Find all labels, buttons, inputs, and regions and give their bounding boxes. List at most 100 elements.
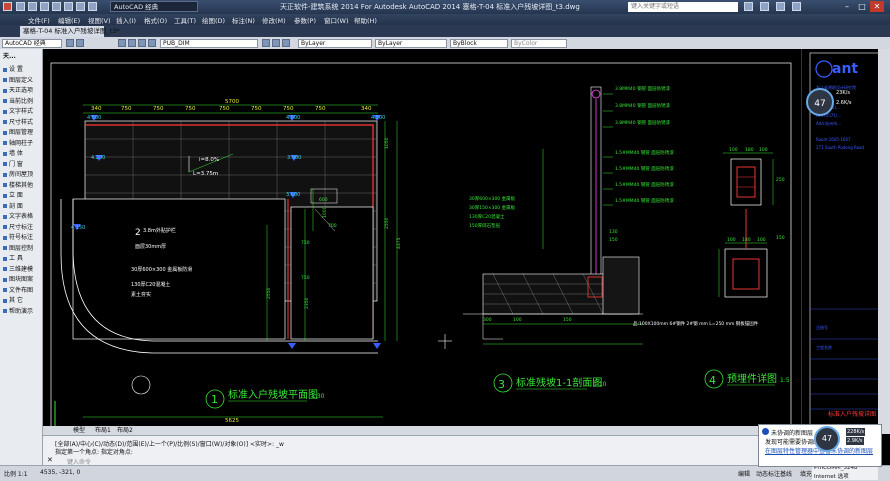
scale-readout[interactable]: 比例 1:1 — [4, 469, 28, 478]
redo-icon[interactable] — [88, 2, 97, 11]
elev-1: 4.500 — [286, 115, 300, 121]
tab-model[interactable]: 模型 — [73, 426, 85, 435]
palette-item-icon — [3, 162, 7, 166]
palette-item[interactable]: 立 面 — [3, 190, 23, 199]
plan-note-2: 面层30mm厚 — [135, 244, 166, 250]
menu-format[interactable]: 格式(O) — [144, 15, 167, 25]
linetype-combo[interactable]: ByLayer — [375, 39, 447, 48]
menu-draw[interactable]: 绘图(D) — [202, 15, 225, 25]
sec-note-6: 1.5#MM40 钢管 面层防锈漆 — [615, 197, 674, 204]
palette-item[interactable]: 剖 面 — [3, 201, 23, 210]
palette-item[interactable]: 其 它 — [3, 295, 23, 304]
palette-item[interactable]: 门 窗 — [3, 159, 23, 168]
binoculars-icon[interactable] — [744, 2, 753, 11]
tab-layout2[interactable]: 布局2 — [117, 426, 133, 435]
lineweight-combo[interactable]: ByBlock — [450, 39, 508, 48]
menu-bar: 文件(F) 编辑(E) 视图(V) 插入(I) 格式(O) 工具(T) 绘图(D… — [0, 14, 890, 25]
menu-edit[interactable]: 编辑(E) — [58, 15, 80, 25]
minimize-button[interactable]: – — [840, 1, 854, 12]
help-search-input[interactable]: 键入关键字或短语 — [628, 2, 738, 12]
palette-item[interactable]: 当前比例 — [3, 96, 33, 105]
sec-note-3: 1.5#MM40 钢管 面层防锈漆 — [615, 149, 674, 156]
status-toggle-edit[interactable]: 编辑 — [738, 469, 750, 478]
palette-item[interactable]: 工 具 — [3, 253, 23, 262]
close-button[interactable]: ✕ — [870, 1, 884, 12]
palette-item[interactable]: 图层管理 — [3, 127, 33, 136]
palette-item[interactable]: 尺寸样式 — [3, 117, 33, 126]
palette-item[interactable]: 图层控制 — [3, 243, 33, 252]
palette-item-icon — [3, 225, 7, 229]
menu-file[interactable]: 文件(F) — [28, 15, 50, 25]
palette-item-label: 文字表格 — [9, 213, 34, 220]
layer-manager-icon[interactable] — [76, 39, 84, 47]
vertical-scrollbar[interactable] — [878, 49, 890, 434]
net-gauge[interactable]: 47 — [814, 426, 840, 452]
palette-item[interactable]: 轴网柱子 — [3, 138, 33, 147]
palette-item[interactable]: 文字表格 — [3, 211, 33, 220]
palette-item[interactable]: 墙 体 — [3, 148, 23, 157]
palette-item[interactable]: 图层定义 — [3, 75, 33, 84]
menu-tools[interactable]: 工具(T) — [174, 15, 196, 25]
palette-item[interactable]: 符号标注 — [3, 232, 33, 241]
menu-view[interactable]: 视图(V) — [88, 15, 111, 25]
sun-icon[interactable] — [128, 39, 136, 47]
document-tab[interactable]: 塞格-T-04 标准入户残坡详图_t3* — [20, 26, 120, 37]
menu-insert[interactable]: 插入(I) — [116, 15, 136, 25]
palette-item[interactable]: 文件布图 — [3, 285, 33, 294]
menu-window[interactable]: 窗口(W) — [324, 15, 349, 25]
save-icon[interactable] — [40, 2, 49, 11]
new-icon[interactable] — [16, 2, 25, 11]
ie-options-label[interactable]: Internet 选项 — [814, 472, 849, 480]
lock-icon[interactable] — [138, 39, 146, 47]
det-dim-5: 100 — [727, 237, 736, 243]
maximize-button[interactable]: □ — [855, 1, 869, 12]
palette-item[interactable]: 帮助演示 — [3, 306, 33, 315]
speed-down-label: 2.6K/s — [836, 100, 852, 106]
palette-item[interactable]: 楼梯其他 — [3, 180, 33, 189]
status-toggle-base[interactable]: 基线 — [780, 469, 792, 478]
section-footnote: 品:100X100mm 6#钢件 2#钢 mm L=250 mm 钢板锚固件 — [633, 320, 759, 327]
open-icon[interactable] — [28, 2, 37, 11]
menu-parametric[interactable]: 参数(P) — [294, 15, 316, 25]
workspace-switcher[interactable]: AutoCAD 经典 — [110, 1, 198, 12]
palette-header[interactable]: 天... — [3, 51, 16, 60]
user-icon[interactable] — [760, 2, 769, 11]
palette-item[interactable]: 三维建模 — [3, 264, 33, 273]
status-toggle-hatch[interactable]: 填充 — [800, 469, 812, 478]
color-combo[interactable]: ByLayer — [298, 39, 372, 48]
app-icon[interactable] — [3, 2, 12, 11]
saveas-icon[interactable] — [52, 2, 61, 11]
plot-icon[interactable] — [64, 2, 73, 11]
tab-layout1[interactable]: 布局1 — [95, 426, 111, 435]
undo-icon[interactable] — [76, 2, 85, 11]
layer-previous-icon[interactable] — [262, 39, 270, 47]
help-icon[interactable] — [792, 2, 801, 11]
layer-iso-icon[interactable] — [282, 39, 290, 47]
menu-help[interactable]: 帮助(H) — [354, 15, 377, 25]
palette-item[interactable]: 房间屋顶 — [3, 169, 33, 178]
command-close-icon[interactable]: ✕ — [47, 456, 53, 464]
status-toggle-dyn[interactable]: 动态标注 — [756, 469, 780, 478]
palette-item[interactable]: 设 置 — [3, 64, 23, 73]
palette-item[interactable]: 文字样式 — [3, 106, 33, 115]
layer-match-icon[interactable] — [272, 39, 280, 47]
gear-icon[interactable] — [66, 39, 74, 47]
palette-item-icon — [3, 120, 7, 124]
exchange-icon[interactable] — [776, 2, 785, 11]
speed-gauge[interactable]: 47 — [806, 88, 834, 116]
menu-modify[interactable]: 修改(M) — [262, 15, 286, 25]
plotstyle-combo[interactable]: ByColor — [511, 39, 567, 48]
palette-item[interactable]: 图块图案 — [3, 274, 33, 283]
palette-item[interactable]: 天正选项 — [3, 85, 33, 94]
color-swatch-icon[interactable] — [148, 39, 156, 47]
lightbulb-icon[interactable] — [118, 39, 126, 47]
palette-item-label: 尺寸样式 — [9, 118, 34, 126]
dim-top-3: 750 — [185, 106, 196, 112]
dimstyle-combo[interactable]: PUB_DIM — [160, 39, 258, 48]
palette-item[interactable]: 尺寸标注 — [3, 222, 33, 231]
command-window: [全部(A)/中心(C)/动态(D)/范围(E)/上一个(P)/比例(S)/窗口… — [43, 435, 758, 466]
drawing-canvas[interactable]: 340 750 750 750 750 750 750 750 340 5700… — [43, 49, 804, 434]
workspace-combo[interactable]: AutoCAD 经典 — [2, 39, 62, 48]
menu-dimension[interactable]: 标注(N) — [232, 15, 255, 25]
palette-item-icon — [3, 183, 7, 187]
